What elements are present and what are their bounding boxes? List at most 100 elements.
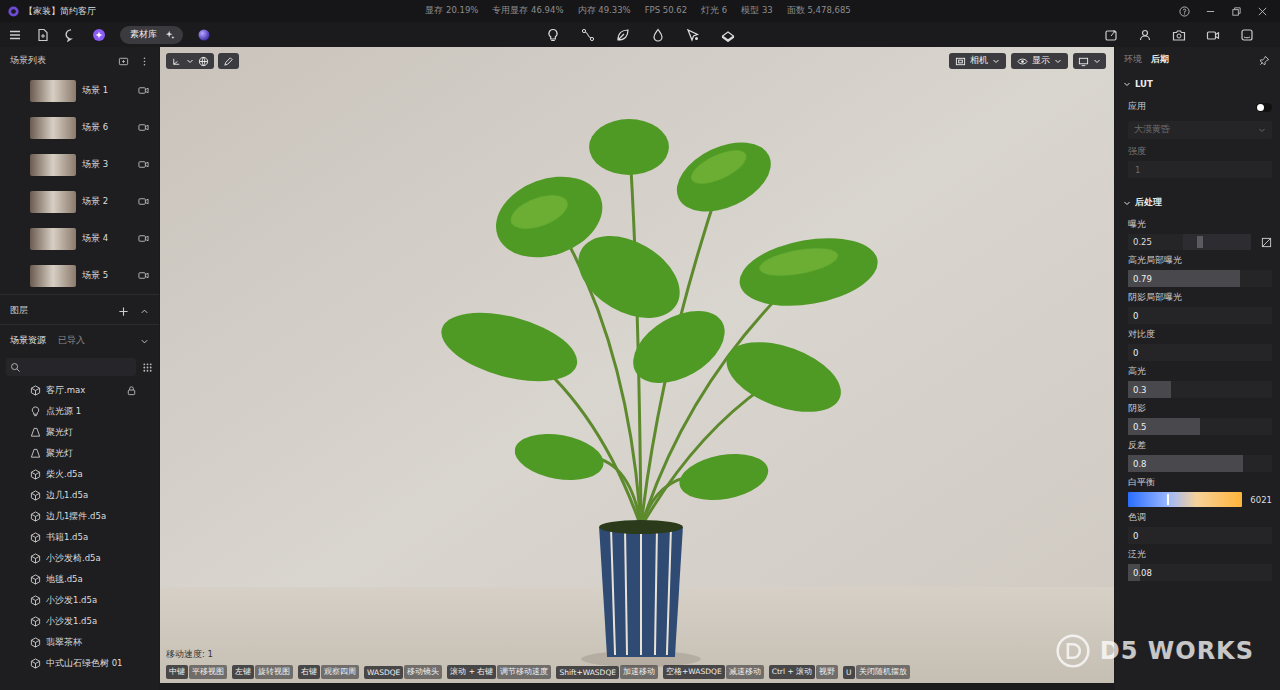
param-value[interactable]: 0.25 bbox=[1128, 234, 1183, 250]
collapse-icon[interactable] bbox=[139, 306, 150, 317]
search-icon bbox=[10, 362, 21, 373]
resource-item[interactable]: 书籍1.d5a bbox=[0, 527, 159, 548]
camera-render-icon[interactable] bbox=[1172, 28, 1186, 42]
path-tool-icon[interactable] bbox=[581, 28, 595, 42]
minimize-icon[interactable] bbox=[1205, 6, 1216, 17]
gizmo-button[interactable] bbox=[166, 53, 214, 69]
auto-exposure-icon[interactable] bbox=[1261, 237, 1272, 248]
param-value: 0.08 bbox=[1128, 568, 1152, 578]
lock-icon[interactable] bbox=[126, 385, 137, 396]
scene-item[interactable]: 场景 2 bbox=[0, 183, 159, 220]
light-bulb-icon[interactable] bbox=[546, 28, 560, 42]
param-bar[interactable]: 0.3 bbox=[1128, 381, 1272, 398]
team-icon[interactable] bbox=[1138, 28, 1152, 42]
video-icon[interactable] bbox=[1206, 28, 1220, 42]
measure-button[interactable] bbox=[218, 53, 239, 69]
display-button[interactable]: 显示 bbox=[1011, 53, 1068, 69]
resource-item[interactable]: 客厅.max bbox=[0, 380, 159, 401]
cube-icon bbox=[30, 574, 41, 585]
resource-item[interactable]: 聚光灯 bbox=[0, 443, 159, 464]
file-icon[interactable] bbox=[36, 28, 50, 42]
help-icon[interactable] bbox=[1179, 6, 1190, 17]
resources-tab[interactable]: 场景资源 bbox=[10, 335, 46, 347]
resource-item[interactable]: 小沙发椅.d5a bbox=[0, 548, 159, 569]
camera-icon[interactable] bbox=[138, 196, 149, 207]
ai-assistant-icon[interactable] bbox=[92, 28, 106, 42]
shortcut-action: 减速移动 bbox=[726, 665, 764, 679]
shortcut-key: WASDQE bbox=[364, 666, 403, 679]
resource-item[interactable]: 地毯.d5a bbox=[0, 569, 159, 590]
param-bar[interactable]: 0 bbox=[1128, 527, 1272, 544]
camera-icon[interactable] bbox=[138, 270, 149, 281]
water-drop-icon[interactable] bbox=[651, 28, 665, 42]
param-label: 对比度 bbox=[1123, 324, 1276, 344]
camera-icon[interactable] bbox=[138, 233, 149, 244]
resource-item[interactable]: 聚光灯 bbox=[0, 422, 159, 443]
resource-item[interactable]: 柴火.d5a bbox=[0, 464, 159, 485]
restore-icon[interactable] bbox=[1231, 6, 1242, 17]
param-bar[interactable]: 0.5 bbox=[1128, 418, 1272, 435]
resource-item[interactable]: 小沙发1.d5a bbox=[0, 611, 159, 632]
chevron-down-icon bbox=[1258, 126, 1266, 134]
param-slider[interactable] bbox=[1183, 234, 1251, 250]
close-icon[interactable] bbox=[1257, 6, 1268, 17]
watermark-text: D5 WORKS bbox=[1100, 637, 1254, 665]
panel-tab[interactable]: 环境 bbox=[1124, 54, 1142, 66]
pen-icon bbox=[223, 56, 234, 67]
param-bar[interactable]: 0.79 bbox=[1128, 270, 1272, 287]
scene-item[interactable]: 场景 5 bbox=[0, 257, 159, 294]
camera-icon[interactable] bbox=[138, 122, 149, 133]
cube-icon bbox=[30, 469, 41, 480]
apply-toggle[interactable] bbox=[1256, 103, 1272, 112]
strength-field[interactable]: 1 bbox=[1128, 161, 1272, 178]
resource-search[interactable] bbox=[6, 358, 136, 376]
scene-item[interactable]: 场景 3 bbox=[0, 146, 159, 183]
view-mode-button[interactable] bbox=[1073, 53, 1106, 69]
viewport[interactable]: 相机 显示 移动速度: 1 中键 平移视图左键 旋转视图右键 观察四周WASDQ… bbox=[160, 47, 1114, 683]
resource-item[interactable]: 边几1摆件.d5a bbox=[0, 506, 159, 527]
panorama-icon[interactable] bbox=[1240, 28, 1254, 42]
apply-label: 应用 bbox=[1128, 101, 1146, 113]
share-icon[interactable] bbox=[1104, 28, 1118, 42]
scene-item[interactable]: 场景 6 bbox=[0, 109, 159, 146]
param-bar[interactable]: 0.08 bbox=[1128, 564, 1272, 581]
post-header[interactable]: 后处理 bbox=[1123, 192, 1276, 214]
scene-item[interactable]: 场景 1 bbox=[0, 72, 159, 109]
white-balance-slider[interactable] bbox=[1128, 492, 1242, 507]
add-layer-icon[interactable] bbox=[118, 306, 129, 317]
resource-item[interactable]: 边几1.d5a bbox=[0, 485, 159, 506]
resources-tab[interactable]: 已导入 bbox=[58, 335, 85, 347]
pin-icon[interactable] bbox=[1259, 55, 1270, 66]
resource-item[interactable]: 小沙发1.d5a bbox=[0, 590, 159, 611]
select-tool-icon[interactable] bbox=[686, 28, 700, 42]
param-bar[interactable]: 0 bbox=[1128, 307, 1272, 324]
leaf-tool-icon[interactable] bbox=[616, 28, 630, 42]
lut-preset-select[interactable]: 大漠黄昏 bbox=[1128, 121, 1272, 139]
scene-item[interactable]: 场景 4 bbox=[0, 220, 159, 257]
dropdown-icon[interactable] bbox=[139, 336, 150, 347]
view-mode-icon bbox=[1078, 56, 1089, 67]
shortcut-action: 观察四周 bbox=[321, 665, 359, 679]
terrain-icon[interactable] bbox=[721, 28, 735, 42]
resource-name: 地毯.d5a bbox=[46, 574, 137, 586]
chat-icon[interactable] bbox=[64, 28, 78, 42]
param-value[interactable]: 6021 bbox=[1250, 495, 1272, 505]
camera-button[interactable]: 相机 bbox=[949, 53, 1006, 69]
grid-view-icon[interactable] bbox=[142, 362, 153, 373]
more-icon[interactable] bbox=[139, 56, 150, 67]
layers-title: 图层 bbox=[10, 305, 28, 317]
menu-icon[interactable] bbox=[8, 28, 22, 42]
camera-icon[interactable] bbox=[138, 85, 149, 96]
panel-tab[interactable]: 后期 bbox=[1151, 54, 1169, 66]
add-scene-icon[interactable] bbox=[118, 56, 129, 67]
lut-header[interactable]: LUT bbox=[1123, 73, 1276, 95]
param-bar[interactable]: 0.8 bbox=[1128, 455, 1272, 472]
shortcut-action: 平移视图 bbox=[189, 665, 227, 679]
material-sphere-icon[interactable] bbox=[197, 28, 211, 42]
resource-item[interactable]: 点光源 1 bbox=[0, 401, 159, 422]
param-bar[interactable]: 0 bbox=[1128, 344, 1272, 361]
resource-item[interactable]: 中式山石绿色树 01 bbox=[0, 653, 159, 674]
resource-item[interactable]: 翡翠茶杯 bbox=[0, 632, 159, 653]
camera-icon[interactable] bbox=[138, 159, 149, 170]
library-button[interactable]: 素材库 bbox=[120, 26, 183, 44]
